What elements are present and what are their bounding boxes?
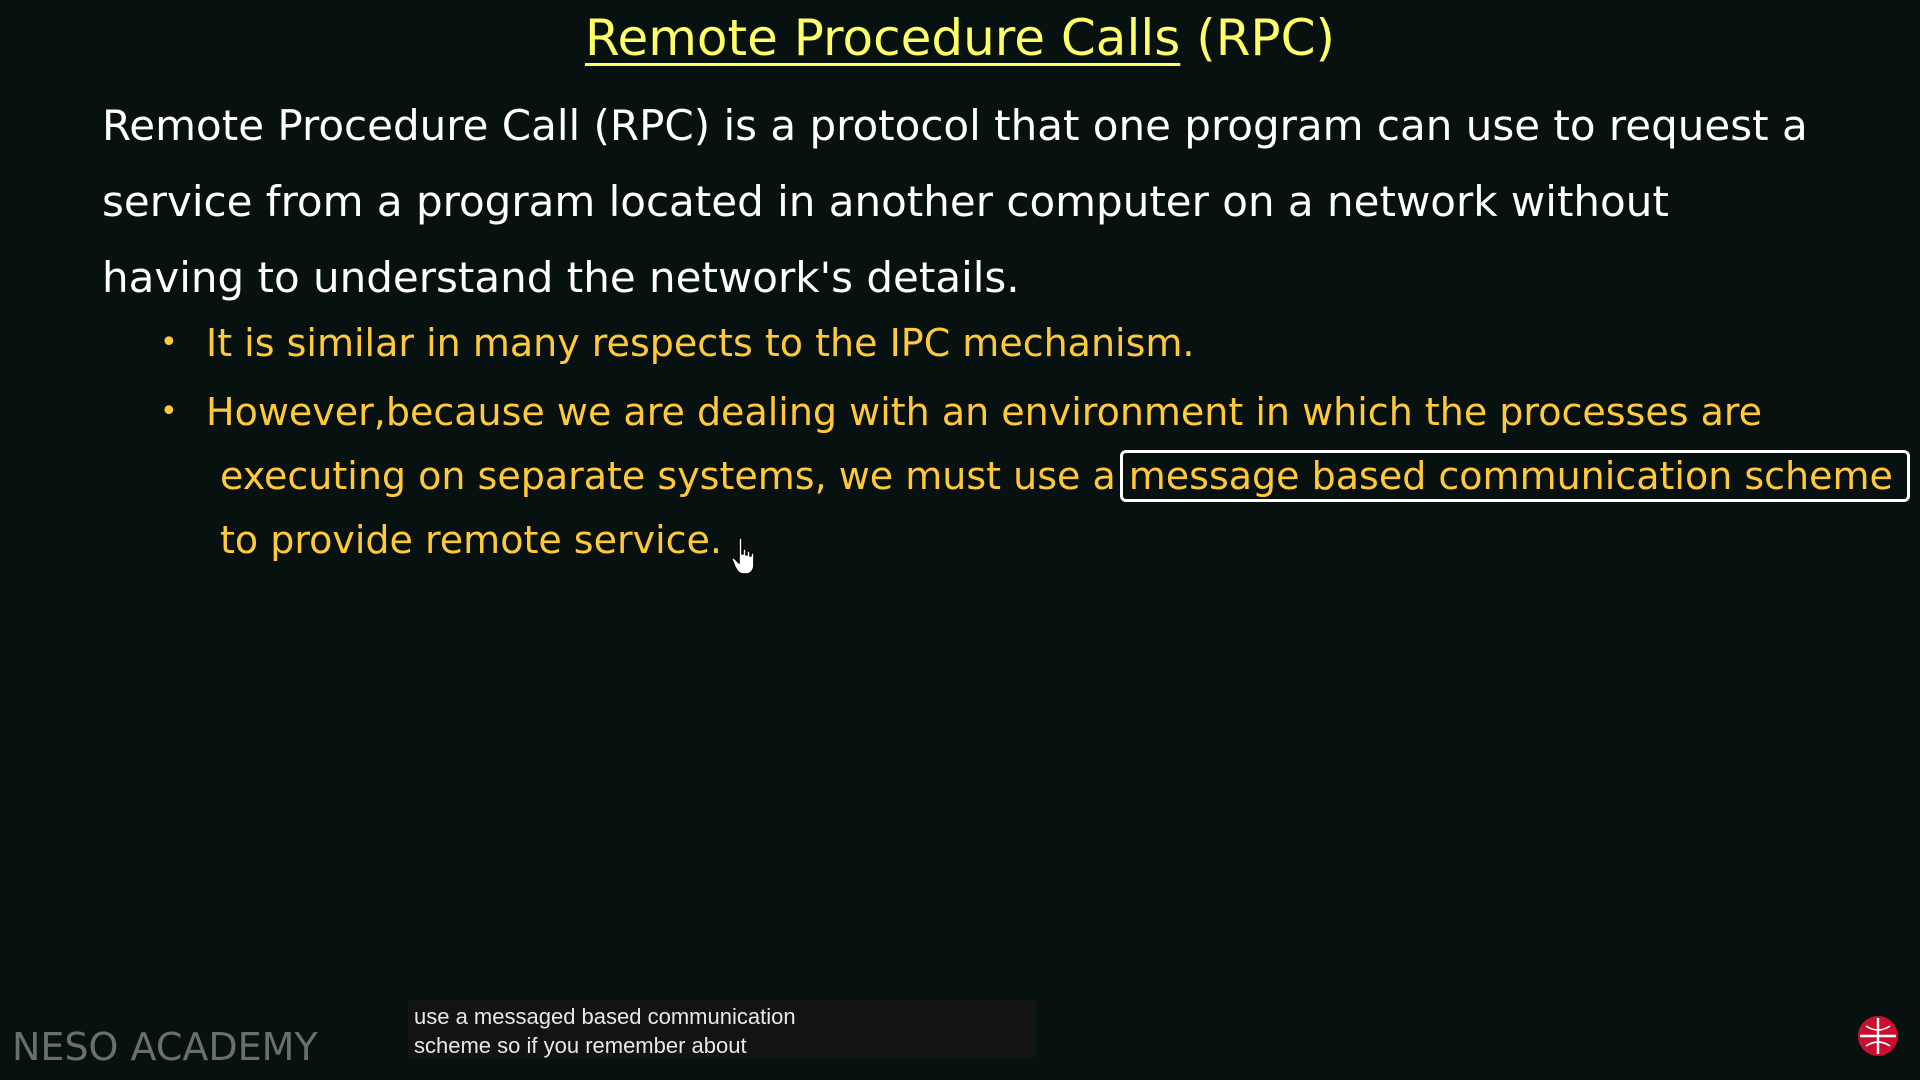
slide-title: Remote Procedure Calls (RPC) bbox=[0, 8, 1920, 68]
intro-line: having to understand the network's detai… bbox=[102, 253, 1020, 302]
caption-line: use a messaged based communication bbox=[414, 1004, 796, 1029]
bullet-line: executing on separate systems, we must u… bbox=[206, 444, 1910, 508]
bullet-marker: • bbox=[160, 325, 178, 360]
bullet-item: • However,because we are dealing with an… bbox=[160, 380, 1910, 572]
intro-line: service from a program located in anothe… bbox=[102, 177, 1669, 226]
bullet-line: It is similar in many respects to the IP… bbox=[206, 321, 1195, 365]
slide: Remote Procedure Calls (RPC) Remote Proc… bbox=[0, 0, 1920, 1080]
bullet-text: It is similar in many respects to the IP… bbox=[206, 316, 1800, 370]
bullet-line-prefix: executing on separate systems, we must u… bbox=[220, 454, 1116, 498]
bullet-text: However,because we are dealing with an e… bbox=[206, 380, 1910, 572]
neso-logo-icon[interactable] bbox=[1856, 1014, 1900, 1058]
video-caption: use a messaged based communication schem… bbox=[408, 1000, 1036, 1058]
intro-line: Remote Procedure Call (RPC) is a protoco… bbox=[102, 101, 1808, 150]
bullet-line: to provide remote service. bbox=[220, 518, 722, 562]
bullet-line: However,because we are dealing with an e… bbox=[206, 390, 1763, 434]
highlight-box: message based communication scheme bbox=[1119, 450, 1910, 502]
caption-line: scheme so if you remember about bbox=[414, 1033, 747, 1058]
channel-watermark: NESO ACADEMY bbox=[12, 1025, 318, 1069]
slide-title-suffix: (RPC) bbox=[1196, 9, 1336, 67]
intro-paragraph: Remote Procedure Call (RPC) is a protoco… bbox=[102, 88, 1842, 316]
bullet-item: • It is similar in many respects to the … bbox=[160, 316, 1800, 370]
slide-title-main: Remote Procedure Calls bbox=[584, 9, 1181, 67]
hand-pointer-icon bbox=[731, 537, 755, 575]
bullet-marker: • bbox=[160, 394, 178, 429]
